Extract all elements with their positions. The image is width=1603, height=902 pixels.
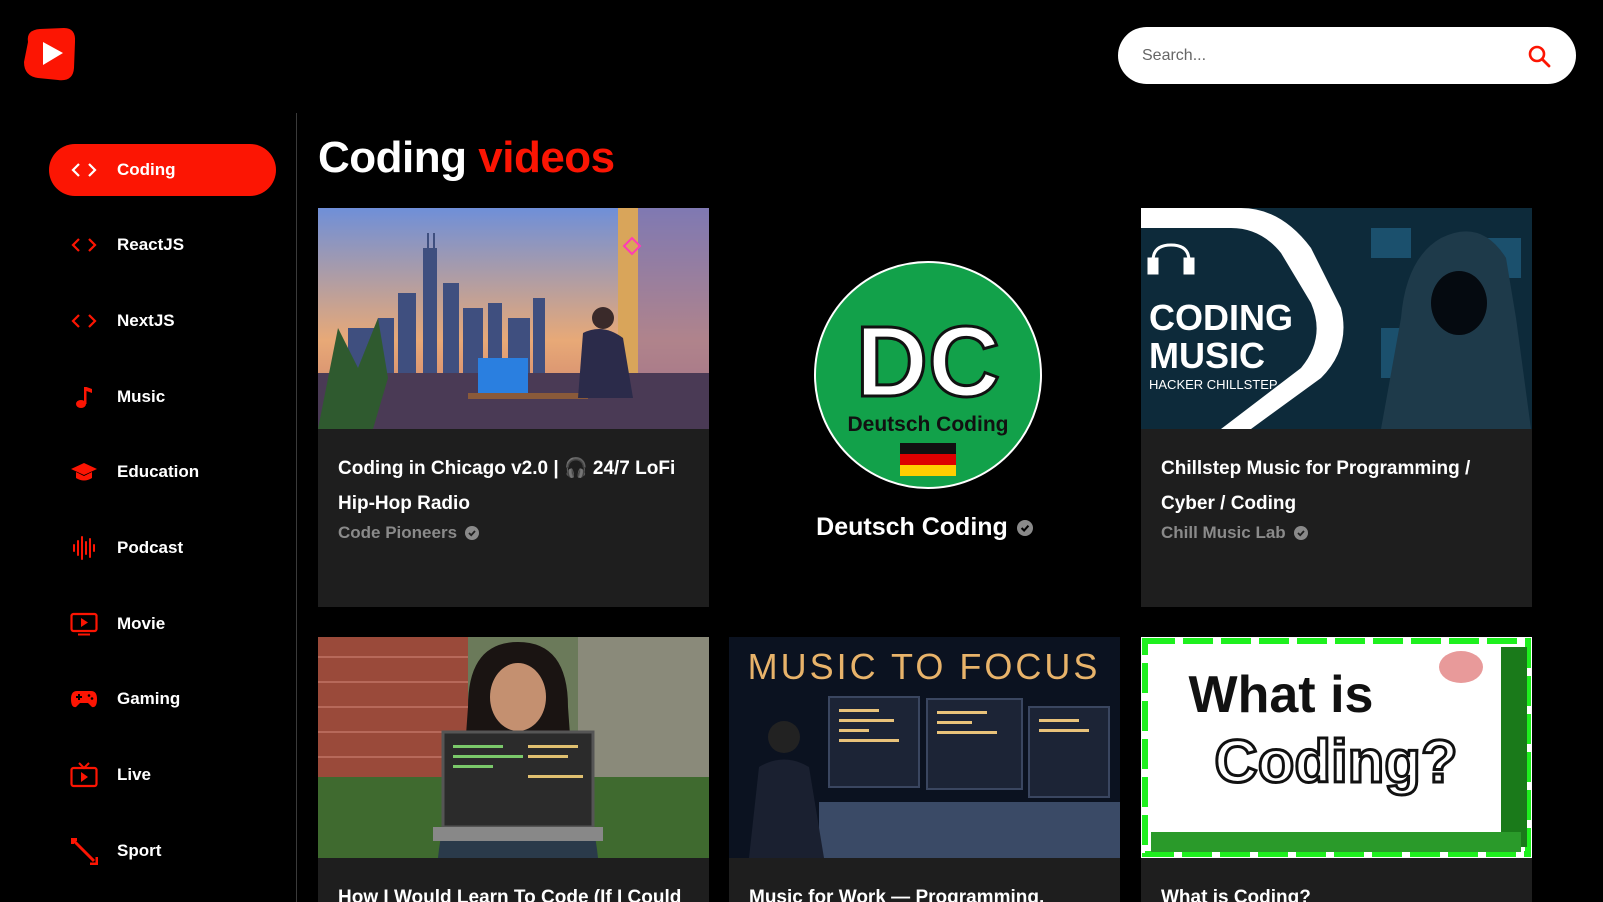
video-title[interactable]: What is Coding? — [1161, 880, 1512, 902]
channel-card[interactable]: DC Deutsch Coding Deutsch Coding — [729, 208, 1120, 608]
video-thumbnail[interactable]: MUSIC TO FOCUS — [729, 637, 1120, 858]
video-card[interactable]: MUSIC TO FOCUS Music for Work — Programm… — [729, 637, 1120, 902]
code-icon — [69, 230, 99, 260]
sidebar-item-music[interactable]: Music — [49, 371, 276, 423]
video-title[interactable]: Chillstep Music for Programming / Cyber … — [1161, 451, 1512, 521]
play-screen-icon — [69, 609, 99, 639]
thumb-text-sub: HACKER CHILLSTEP — [1149, 377, 1278, 392]
channel-name: Deutsch Coding — [816, 513, 1008, 541]
video-thumbnail[interactable] — [318, 637, 709, 858]
video-card[interactable]: What is Coding? What is Coding? — [1141, 637, 1532, 902]
sidebar-item-label: NextJS — [117, 311, 175, 330]
channel-name: Chill Music Lab — [1161, 523, 1286, 542]
search-icon — [1528, 45, 1551, 67]
video-card[interactable]: How I Would Learn To Code (If I Could — [318, 637, 709, 902]
sidebar-item-label: Live — [117, 765, 152, 784]
coding-music-thumbnail-image: CODING MUSIC HACKER CHILLSTEP — [1141, 208, 1532, 429]
card-body: Music for Work — Programming, — [729, 858, 1120, 902]
sidebar-item-podcast[interactable]: Podcast — [49, 522, 276, 574]
gamepad-icon — [69, 684, 99, 714]
play-logo-icon — [24, 28, 76, 81]
sidebar-item-label: Podcast — [117, 538, 184, 557]
sidebar-item-label: Coding — [117, 160, 176, 179]
video-title[interactable]: How I Would Learn To Code (If I Could — [338, 880, 689, 902]
sidebar-item-live[interactable]: Live — [49, 749, 276, 801]
video-thumbnail[interactable]: CODING MUSIC HACKER CHILLSTEP — [1141, 208, 1532, 429]
music-note-icon — [69, 382, 99, 412]
channel-logo-text: DC — [856, 306, 1000, 418]
graduation-cap-icon — [69, 457, 99, 487]
verified-check-icon — [1293, 526, 1308, 540]
learn-to-code-thumbnail-image — [318, 637, 709, 858]
sidebar-item-label: Education — [117, 462, 200, 481]
tv-icon — [69, 760, 99, 790]
city-thumbnail-image — [318, 208, 709, 429]
video-thumbnail[interactable] — [318, 208, 709, 429]
channel-title[interactable]: Deutsch Coding — [729, 513, 1120, 542]
music-to-focus-thumbnail-image: MUSIC TO FOCUS — [729, 637, 1120, 858]
thumb-text-coding: CODING — [1149, 297, 1293, 338]
sidebar-item-nextjs[interactable]: NextJS — [49, 295, 276, 347]
video-title[interactable]: Music for Work — Programming, — [749, 880, 1100, 902]
thumb-text-what-is: What is — [1189, 666, 1374, 724]
what-is-coding-thumbnail-image: What is Coding? — [1141, 637, 1532, 858]
app-logo[interactable] — [20, 24, 80, 84]
sidebar-item-label: Gaming — [117, 689, 181, 708]
sidebar-item-label: Music — [117, 387, 166, 406]
search-bar — [1118, 27, 1576, 84]
page-title: Coding videos — [318, 133, 615, 183]
video-card[interactable]: Coding in Chicago v2.0 | 🎧 24/7 LoFi Hip… — [318, 208, 709, 607]
code-icon — [69, 306, 99, 336]
card-body: Coding in Chicago v2.0 | 🎧 24/7 LoFi Hip… — [318, 429, 709, 563]
card-body: What is Coding? — [1141, 858, 1532, 902]
channel-name: Code Pioneers — [338, 523, 458, 542]
sidebar-item-sport[interactable]: Sport — [49, 825, 276, 877]
card-body: How I Would Learn To Code (If I Could — [318, 858, 709, 902]
verified-check-icon — [465, 526, 480, 540]
thumb-text-coding: Coding? — [1214, 728, 1457, 795]
thumb-text-music: MUSIC — [1149, 335, 1265, 376]
thumb-text-focus: MUSIC TO FOCUS — [748, 646, 1101, 687]
sidebar-item-movie[interactable]: Movie — [49, 598, 276, 650]
sidebar-item-reactjs[interactable]: ReactJS — [49, 219, 276, 271]
video-thumbnail[interactable]: What is Coding? — [1141, 637, 1532, 858]
video-card[interactable]: CODING MUSIC HACKER CHILLSTEP Chillstep … — [1141, 208, 1532, 607]
page-title-main: Coding — [318, 133, 467, 182]
page-title-accent: videos — [478, 133, 615, 182]
channel-avatar[interactable]: DC Deutsch Coding — [814, 261, 1042, 489]
sidebar: Coding ReactJS NextJS Music Education Po… — [0, 113, 297, 902]
sidebar-item-label: ReactJS — [117, 235, 185, 254]
search-button[interactable] — [1524, 41, 1554, 71]
card-body: Chillstep Music for Programming / Cyber … — [1141, 429, 1532, 563]
soundwave-icon — [69, 533, 99, 563]
search-input[interactable] — [1142, 46, 1524, 65]
channel-link[interactable]: Code Pioneers — [338, 523, 689, 543]
sidebar-item-gaming[interactable]: Gaming — [49, 673, 276, 725]
channel-link[interactable]: Chill Music Lab — [1161, 523, 1512, 543]
sport-icon — [69, 836, 99, 866]
verified-check-icon — [1016, 519, 1033, 536]
sidebar-item-education[interactable]: Education — [49, 446, 276, 498]
video-title[interactable]: Coding in Chicago v2.0 | 🎧 24/7 LoFi Hip… — [338, 451, 689, 521]
channel-logo-sub: Deutsch Coding — [848, 413, 1009, 436]
sidebar-item-label: Movie — [117, 614, 166, 633]
code-icon — [69, 155, 99, 185]
sidebar-item-label: Sport — [117, 841, 162, 860]
sidebar-item-coding[interactable]: Coding — [49, 144, 276, 196]
